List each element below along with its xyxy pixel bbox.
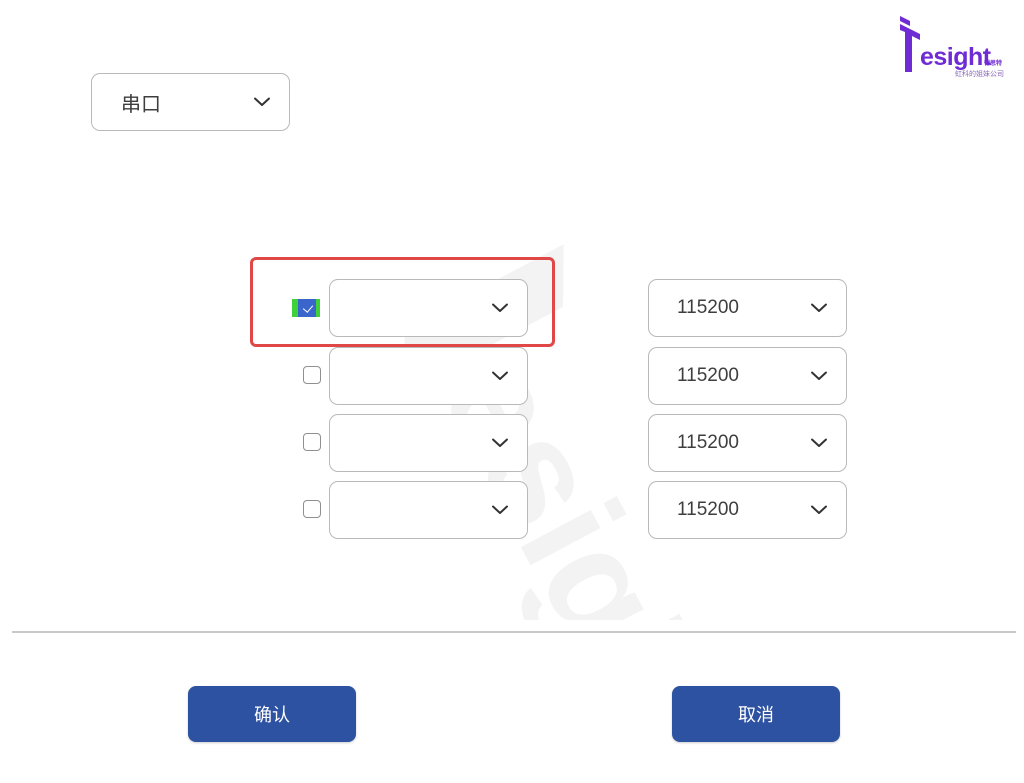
row-4-device-select[interactable] xyxy=(329,481,528,539)
row-3-baud-select[interactable]: 115200 xyxy=(648,414,847,472)
serial-config-dialog: esight esight 德思特 虹科的姐妹公司 串口 115200 1152… xyxy=(0,0,1024,783)
logo-wordmark: esight xyxy=(920,43,991,71)
brand-logo: esight 德思特 虹科的姐妹公司 xyxy=(896,14,1008,80)
row-4-baud-value: 115200 xyxy=(677,499,739,520)
logo-tagline: 虹科的姐妹公司 xyxy=(955,70,1004,78)
row-3-checkbox[interactable] xyxy=(303,433,321,451)
chevron-down-icon xyxy=(811,371,827,380)
confirm-button[interactable]: 确认 xyxy=(188,686,356,742)
chevron-down-icon xyxy=(811,303,827,312)
row-3-baud-value: 115200 xyxy=(677,432,739,453)
port-type-value: 串口 xyxy=(121,91,161,116)
row-2-baud-select[interactable]: 115200 xyxy=(648,347,847,405)
chevron-down-icon xyxy=(811,438,827,447)
row-1-device-select[interactable] xyxy=(329,279,528,337)
row-2-baud-value: 115200 xyxy=(677,365,739,386)
chevron-down-icon xyxy=(492,505,508,514)
row-1-baud-value: 115200 xyxy=(677,297,739,318)
chevron-down-icon xyxy=(254,97,270,106)
row-4-baud-select[interactable]: 115200 xyxy=(648,481,847,539)
row-2-device-select[interactable] xyxy=(329,347,528,405)
row-1-baud-select[interactable]: 115200 xyxy=(648,279,847,337)
chevron-down-icon xyxy=(811,505,827,514)
footer-divider xyxy=(12,631,1016,633)
row-1-checkbox[interactable] xyxy=(292,299,320,317)
row-2-checkbox[interactable] xyxy=(303,366,321,384)
row-4-checkbox[interactable] xyxy=(303,500,321,518)
row-3-device-select[interactable] xyxy=(329,414,528,472)
chevron-down-icon xyxy=(492,371,508,380)
port-type-select[interactable]: 串口 xyxy=(91,73,290,131)
chevron-down-icon xyxy=(492,438,508,447)
chevron-down-icon xyxy=(492,303,508,312)
cancel-button[interactable]: 取消 xyxy=(672,686,840,742)
logo-chinese-name: 德思特 xyxy=(983,60,1002,67)
